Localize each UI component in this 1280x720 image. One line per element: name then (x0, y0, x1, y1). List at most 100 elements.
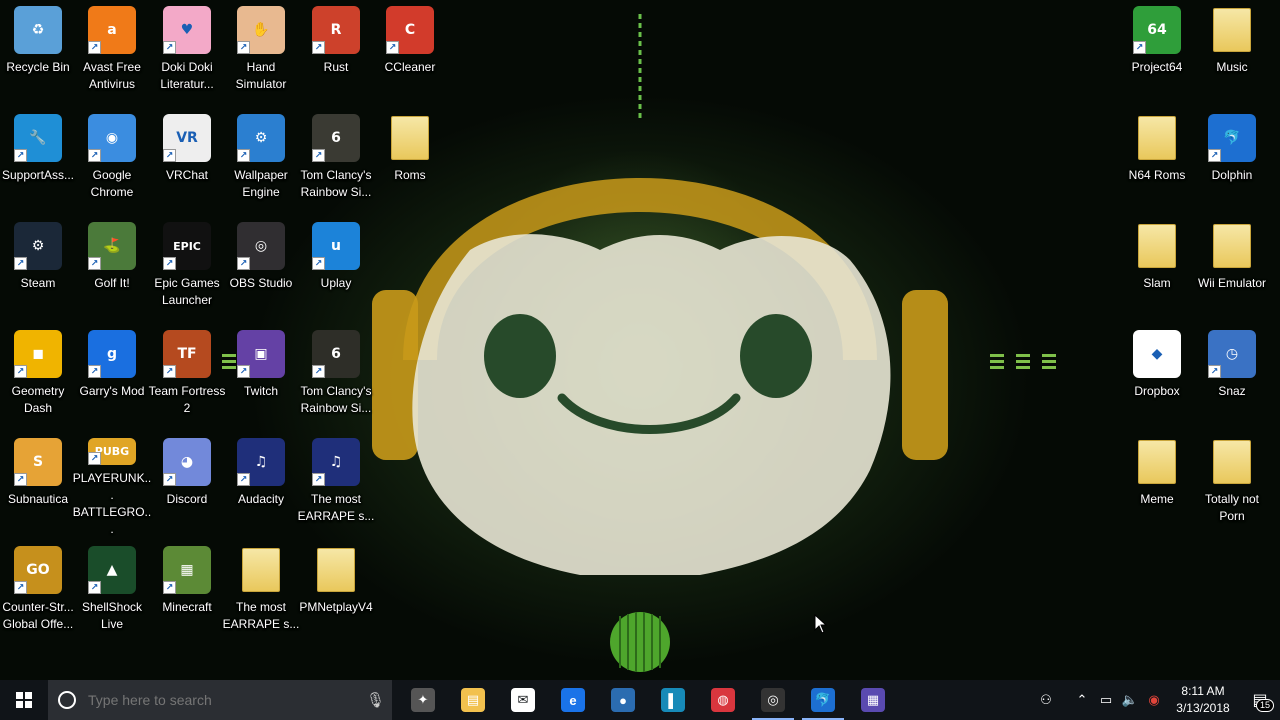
desktop-icon-earrape-2[interactable]: The most EARRAPE s... (223, 542, 299, 646)
desktop-icon-dolphin[interactable]: 🐬 ↗ Dolphin (1194, 110, 1270, 214)
desktop-icon-label: Team Fortress 2 (148, 384, 226, 415)
epic-games-glyph: EPIC (173, 239, 201, 253)
shortcut-arrow-icon: ↗ (14, 365, 27, 378)
desktop-icon-meme[interactable]: Meme (1119, 434, 1195, 538)
desktop-icon-label: Wallpaper Engine (234, 168, 288, 199)
rust-icon: R ↗ (312, 6, 360, 54)
desktop-icon-label: Geometry Dash (11, 384, 65, 415)
chevron-up-icon[interactable]: ⌃ (1070, 692, 1094, 708)
desktop-icon-wii-emulator[interactable]: Wii Emulator (1194, 218, 1270, 322)
start-button[interactable] (0, 680, 48, 720)
taskbar-app-cortana[interactable]: ✦ (398, 680, 448, 720)
desktop-icon-audacity[interactable]: ♫ ↗ Audacity (223, 434, 299, 538)
desktop-icon-epic-games[interactable]: EPIC ↗ Epic Games Launcher (149, 218, 225, 322)
desktop-icon-supportassist[interactable]: 🔧 ↗ SupportAss... (0, 110, 76, 214)
pubg-icon: PUBG ↗ (88, 438, 136, 465)
desktop-icon-dropbox[interactable]: ◆ Dropbox (1119, 326, 1195, 430)
desktop-icon-vrchat[interactable]: VR ↗ VRChat (149, 110, 225, 214)
taskbar-app-app-teal[interactable]: ▌ (648, 680, 698, 720)
golf-it-glyph: ⛳ (103, 238, 121, 254)
desktop-icon-geometry-dash[interactable]: ◼ ↗ Geometry Dash (0, 326, 76, 430)
search-input[interactable] (88, 692, 366, 708)
taskbar-app-dolphin[interactable]: 🐬 (798, 680, 848, 720)
taskbar-app-mail[interactable]: ✉ (498, 680, 548, 720)
golf-it-icon: ⛳ ↗ (88, 222, 136, 270)
shortcut-arrow-icon: ↗ (163, 365, 176, 378)
shortcut-arrow-icon: ↗ (163, 41, 176, 54)
folder-icon (1133, 114, 1181, 162)
dropbox-icon: ◆ (1133, 330, 1181, 378)
desktop-icon-label: Totally not Porn (1204, 492, 1260, 523)
desktop-icon-obs-studio[interactable]: ◎ ↗ OBS Studio (223, 218, 299, 322)
desktop-icon-rust[interactable]: R ↗ Rust (298, 2, 374, 106)
project64-icon: 64 ↗ (1133, 6, 1181, 54)
desktop-icon-snaz[interactable]: ◷ ↗ Snaz (1194, 326, 1270, 430)
desktop-icon-garrys-mod[interactable]: g ↗ Garry's Mod (74, 326, 150, 430)
desktop-icon-project64[interactable]: 64 ↗ Project64 (1119, 2, 1195, 106)
shortcut-arrow-icon: ↗ (237, 473, 250, 486)
desktop-icon-label: Discord (166, 492, 208, 506)
taskbar-app-app-blue[interactable]: ● (598, 680, 648, 720)
system-tray: ⚇ ⌃ ▭ 🔈 ◉ 8:11 AM 3/13/2018 ▤ 15 (1034, 680, 1280, 720)
desktop-icon-rainbow-six-ts[interactable]: 6 ↗ Tom Clancy's Rainbow Si... (298, 326, 374, 430)
taskbar-app-file-explorer[interactable]: ▤ (448, 680, 498, 720)
desktop-icon-label: Uplay (320, 276, 352, 290)
volume-icon[interactable]: 🔈 (1118, 692, 1142, 708)
desktop-icon-ccleaner[interactable]: C ↗ CCleaner (372, 2, 448, 106)
desktop-icon-earrape-1[interactable]: ♫ ↗ The most EARRAPE s... (298, 434, 374, 538)
doki-doki-glyph: ♥ (180, 22, 194, 38)
desktop-icon-n64-roms[interactable]: N64 Roms (1119, 110, 1195, 214)
google-chrome-icon: ◉ ↗ (88, 114, 136, 162)
desktop-icon-totally-not-porn[interactable]: Totally not Porn (1194, 434, 1270, 538)
desktop-icon-subnautica[interactable]: S ↗ Subnautica (0, 434, 76, 538)
desktop-icon-slam[interactable]: Slam (1119, 218, 1195, 322)
desktop-icon-shellshock[interactable]: ▲ ↗ ShellShock Live (74, 542, 150, 646)
desktop-icon-csgo[interactable]: GO ↗ Counter-Str... Global Offe... (0, 542, 76, 646)
desktop-icon-music[interactable]: Music (1194, 2, 1270, 106)
audacity-icon: ♫ ↗ (237, 438, 285, 486)
desktop-icon-minecraft[interactable]: ▦ ↗ Minecraft (149, 542, 225, 646)
desktop-icon-recycle-bin[interactable]: ♻ Recycle Bin (0, 2, 76, 106)
desktop-icon-rainbow-six[interactable]: 6 ↗ Tom Clancy's Rainbow Si... (298, 110, 374, 214)
geometry-dash-icon: ◼ ↗ (14, 330, 62, 378)
obs-icon: ◎ (761, 688, 785, 712)
mail-icon: ✉ (511, 688, 535, 712)
shortcut-arrow-icon: ↗ (163, 473, 176, 486)
desktop-icon-label: Google Chrome (90, 168, 134, 199)
security-icon[interactable]: ◉ (1142, 692, 1166, 708)
shortcut-arrow-icon: ↗ (237, 257, 250, 270)
desktop-icon-golf-it[interactable]: ⛳ ↗ Golf It! (74, 218, 150, 322)
folder-icon (1133, 438, 1181, 486)
desktop-icon-label: OBS Studio (229, 276, 293, 290)
desktop-icon-discord[interactable]: ◕ ↗ Discord (149, 434, 225, 538)
desktop-icon-roms[interactable]: Roms (372, 110, 448, 214)
rainbow-six-icon: 6 ↗ (312, 114, 360, 162)
uplay-icon: u ↗ (312, 222, 360, 270)
desktop-icon-pmnetplay[interactable]: PMNetplayV4 (298, 542, 374, 646)
desktop-icon-tf2[interactable]: TF ↗ Team Fortress 2 (149, 326, 225, 430)
network-icon[interactable]: ▭ (1094, 692, 1118, 708)
audacity-glyph: ♫ (254, 454, 268, 470)
desktop-icon-twitch[interactable]: ▣ ↗ Twitch (223, 326, 299, 430)
taskbar-search[interactable]: 🎙 (48, 680, 392, 720)
desktop-icon-wallpaper-engine[interactable]: ⚙ ↗ Wallpaper Engine (223, 110, 299, 214)
microphone-icon[interactable]: 🎙 (366, 691, 385, 709)
desktop-icon-doki-doki[interactable]: ♥ ↗ Doki Doki Literatur... (149, 2, 225, 106)
people-icon[interactable]: ⚇ (1034, 692, 1058, 708)
desktop-icon-steam[interactable]: ⚙ ↗ Steam (0, 218, 76, 322)
desktop-icon-hand-simulator[interactable]: ✋ ↗ Hand Simulator (223, 2, 299, 106)
desktop-icon-uplay[interactable]: u ↗ Uplay (298, 218, 374, 322)
hand-simulator-icon: ✋ ↗ (237, 6, 285, 54)
folder-icon (1208, 438, 1256, 486)
clock[interactable]: 8:11 AM 3/13/2018 (1166, 683, 1240, 717)
desktop-icon-google-chrome[interactable]: ◉ ↗ Google Chrome (74, 110, 150, 214)
taskbar-app-edge[interactable]: e (548, 680, 598, 720)
rainbow-six-ts-glyph: 6 (331, 346, 341, 362)
taskbar-app-app-flag[interactable]: ▦ (848, 680, 898, 720)
desktop-icon-label: Wii Emulator (1197, 276, 1266, 290)
action-center-button[interactable]: ▤ 15 (1240, 680, 1280, 720)
taskbar-app-app-red[interactable]: ◍ (698, 680, 748, 720)
desktop-icon-pubg[interactable]: PUBG ↗ PLAYERUNK... BATTLEGRO... (73, 434, 151, 538)
taskbar-app-obs[interactable]: ◎ (748, 680, 798, 720)
desktop-icon-avast[interactable]: a ↗ Avast Free Antivirus (74, 2, 150, 106)
